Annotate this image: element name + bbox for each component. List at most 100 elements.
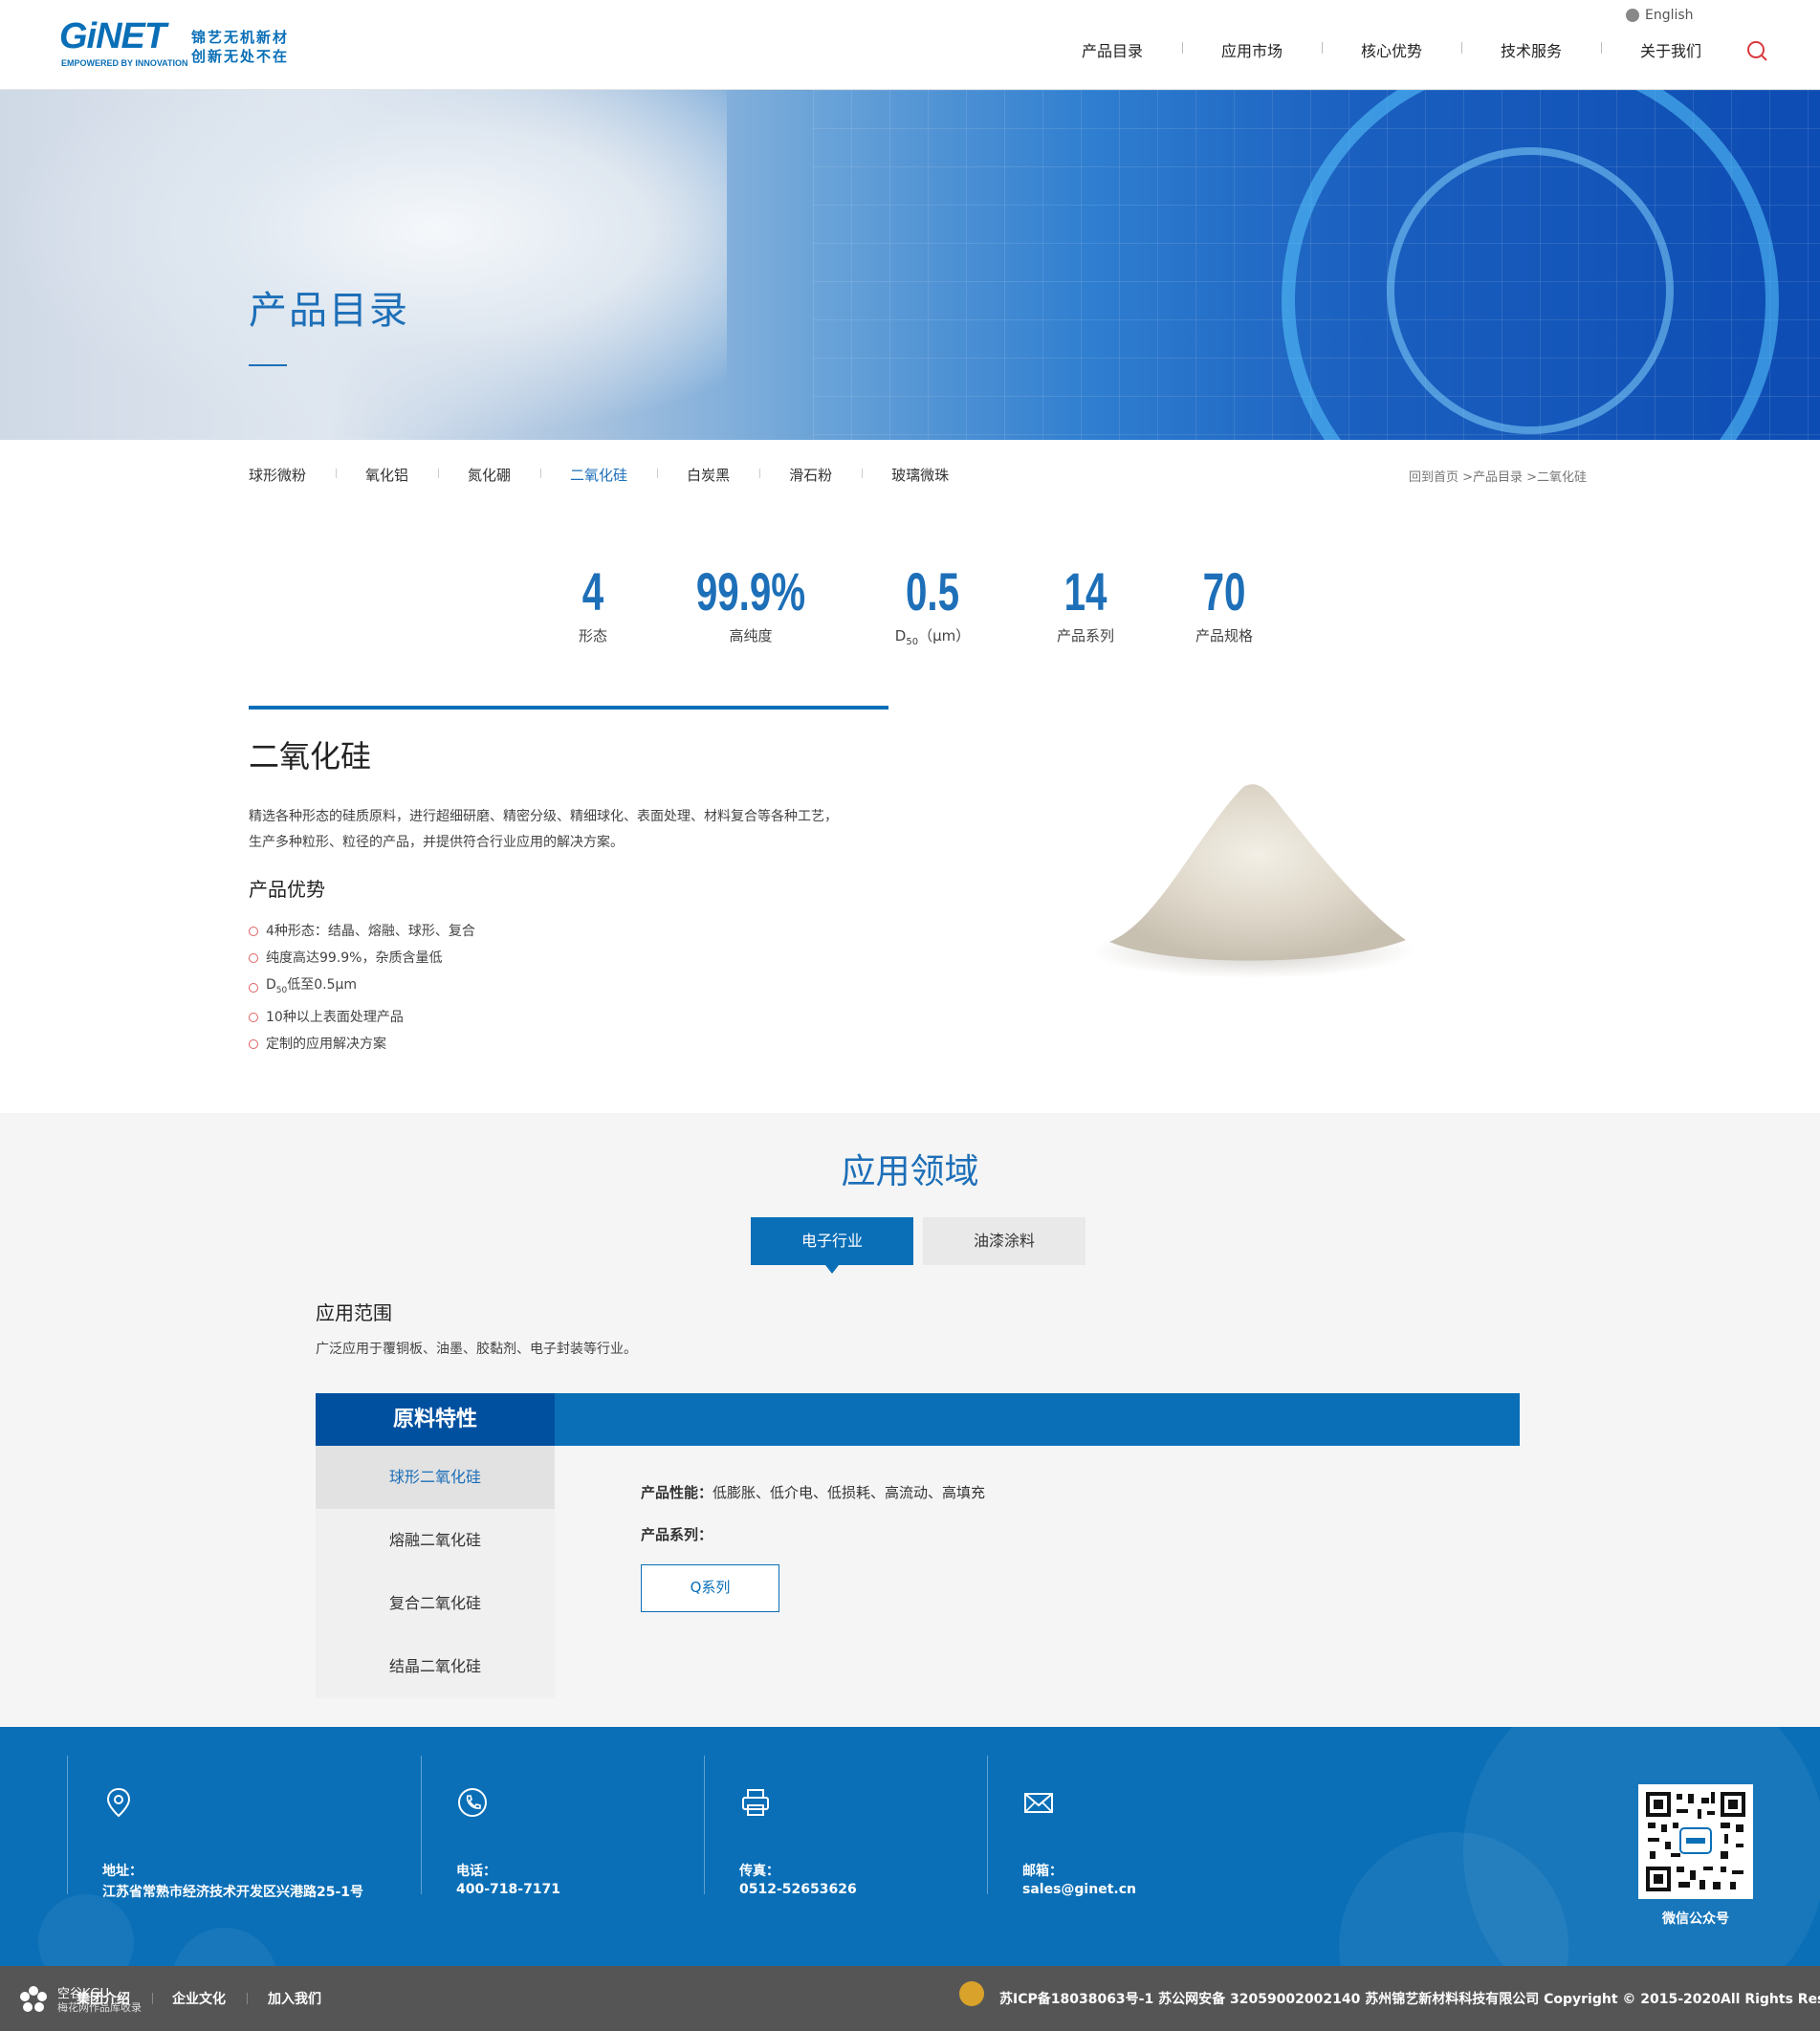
stat-label: 形态	[578, 627, 607, 644]
hero-banner: 产品目录	[0, 90, 1820, 440]
stat-label-tail: （μm）	[918, 627, 971, 644]
location-pin-icon	[106, 1787, 131, 1818]
link-group-intro[interactable]: 集团介绍	[77, 1989, 130, 2008]
address-key: 地址：	[102, 1864, 143, 1879]
raw-properties-title: 原料特性	[316, 1393, 555, 1446]
subnav-item-glass-beads[interactable]: 玻璃微珠	[862, 465, 978, 485]
silica-powder-image	[1090, 784, 1415, 978]
subnav-item-boron-nitride[interactable]: 氮化硼	[438, 465, 540, 485]
copyright: 苏ICP备18038063号-1 苏公网安备 32059002002140 苏州…	[999, 1992, 1820, 2007]
fax-value: 0512-52653626	[739, 1882, 857, 1897]
email-value[interactable]: sales@ginet.cn	[1022, 1882, 1136, 1897]
advantage-text: D50低至0.5μm	[266, 972, 357, 1004]
address-value: 江苏省常熟市经济技术开发区兴港路25-1号	[102, 1885, 364, 1900]
subnav-item-alumina[interactable]: 氧化铝	[336, 465, 438, 485]
circle-bullet-icon	[249, 1012, 258, 1022]
page: GiNET EMPOWERED BY INNOVATION 锦艺无机新材 创新无…	[0, 0, 1820, 2031]
footer-divider	[987, 1756, 988, 1894]
bottom-bar: 空谷KGU 梅花网作品库收录 集团介绍 企业文化 加入我们 苏ICP备18038…	[0, 1966, 1820, 2031]
phone-value[interactable]: 400-718-7171	[456, 1882, 560, 1897]
breadcrumb[interactable]: 回到首页 >产品目录 >二氧化硅	[1409, 467, 1587, 485]
language-label: English	[1645, 8, 1694, 23]
phone-icon	[458, 1788, 487, 1817]
footer-address: 地址： 江苏省常熟市经济技术开发区兴港路25-1号	[67, 1756, 421, 1923]
tab-coatings[interactable]: 油漆涂料	[923, 1217, 1085, 1265]
nav-item-about[interactable]: 关于我们	[1601, 38, 1741, 61]
subnav-item-talc[interactable]: 滑石粉	[759, 465, 862, 485]
tab-electronics[interactable]: 电子行业	[751, 1217, 913, 1274]
advantage-text: 10种以上表面处理产品	[266, 1009, 404, 1025]
product-desc-line-2: 生产多种粒形、粒径的产品，并提供符合行业应用的解决方案。	[249, 835, 624, 850]
language-switch[interactable]: English	[1626, 8, 1694, 23]
site-footer: 地址： 江苏省常熟市经济技术开发区兴港路25-1号 电话： 400-718-71…	[0, 1727, 1820, 1966]
raw-item-composite[interactable]: 复合二氧化硅	[316, 1572, 555, 1635]
link-join-us[interactable]: 加入我们	[268, 1989, 321, 2008]
site-header: GiNET EMPOWERED BY INNOVATION 锦艺无机新材 创新无…	[0, 0, 1820, 90]
stat-label: 产品规格	[1195, 627, 1253, 644]
search-icon[interactable]	[1746, 40, 1767, 61]
stat-forms: 4 形态	[536, 560, 650, 647]
performance-line: 产品性能：低膨胀、低介电、低损耗、高流动、高填充	[641, 1482, 985, 1502]
raw-item-fused[interactable]: 熔融二氧化硅	[316, 1509, 555, 1572]
stat-value: 70	[1202, 561, 1246, 622]
stat-value: 14	[1063, 561, 1107, 622]
list-item: 4种形态：结晶、熔融、球形、复合	[249, 918, 475, 945]
application-title: 应用领域	[841, 1152, 979, 1191]
raw-material-list: 球形二氧化硅 熔融二氧化硅 复合二氧化硅 结晶二氧化硅	[316, 1446, 555, 1698]
subnav-item-white-carbon[interactable]: 白炭黑	[657, 465, 759, 485]
stats-row: 4 形态 99.9% 高纯度 0.5 D50（μm） 14 产品系列 70 产品…	[536, 560, 1291, 647]
stat-series: 14 产品系列	[1014, 560, 1157, 647]
printer-icon	[742, 1789, 769, 1816]
subnav-item-silica[interactable]: 二氧化硅	[540, 465, 657, 485]
nav-item-advantages[interactable]: 核心优势	[1322, 38, 1461, 61]
nav-item-products[interactable]: 产品目录	[1042, 38, 1182, 61]
footer-divider	[704, 1756, 705, 1894]
stat-value: 99.9%	[695, 561, 806, 622]
product-title: 二氧化硅	[249, 738, 372, 775]
series-key: 产品系列：	[641, 1526, 713, 1543]
list-item: 10种以上表面处理产品	[249, 1004, 475, 1031]
stat-purity: 99.9% 高纯度	[650, 560, 851, 647]
police-badge-icon	[959, 1981, 984, 2006]
product-subnav: 球形微粉 氧化铝 氮化硼 二氧化硅 白炭黑 滑石粉 玻璃微珠	[249, 465, 978, 485]
circle-bullet-icon	[249, 953, 258, 963]
subnav-item-spherical[interactable]: 球形微粉	[249, 465, 336, 485]
stat-label: D50（μm）	[851, 625, 1014, 647]
site-logo[interactable]: GiNET EMPOWERED BY INNOVATION 锦艺无机新材 创新无…	[59, 15, 318, 73]
wechat-qr-code	[1638, 1784, 1753, 1899]
product-desc-line-1: 精选各种形态的硅质原料，进行超细研磨、精密分级、精细球化、表面处理、材料复合等各…	[249, 809, 838, 824]
list-item: 定制的应用解决方案	[249, 1031, 475, 1058]
stat-label: 高纯度	[729, 627, 773, 644]
banner-ring-inner	[1387, 147, 1674, 434]
banner-lab-image	[0, 90, 727, 440]
logo-brand: GiNET	[59, 16, 166, 56]
scope-title: 应用范围	[316, 1301, 392, 1324]
product-description: 精选各种形态的硅质原料，进行超细研磨、精密分级、精细球化、表面处理、材料复合等各…	[249, 804, 899, 856]
raw-item-spherical[interactable]: 球形二氧化硅	[316, 1446, 555, 1509]
circle-bullet-icon	[249, 982, 258, 993]
performance-key: 产品性能：	[641, 1484, 713, 1501]
link-separator	[247, 1993, 248, 2004]
page-title: 产品目录	[249, 289, 409, 333]
circle-bullet-icon	[249, 1038, 258, 1049]
advantages-title: 产品优势	[249, 878, 325, 901]
list-item: 纯度高达99.9%，杂质含量低	[249, 945, 475, 972]
footer-decor-circle	[172, 1928, 277, 1966]
link-separator	[152, 1993, 153, 2004]
advantages-list: 4种形态：结晶、熔融、球形、复合 纯度高达99.9%，杂质含量低 D50低至0.…	[249, 918, 475, 1058]
scope-description: 广泛应用于覆铜板、油墨、胶黏剂、电子封装等行业。	[316, 1342, 637, 1357]
nav-item-services[interactable]: 技术服务	[1461, 38, 1601, 61]
qr-label: 微信公众号	[1662, 1911, 1729, 1927]
nav-item-markets[interactable]: 应用市场	[1182, 38, 1322, 61]
series-q-button[interactable]: Q系列	[641, 1564, 779, 1612]
mail-icon	[1024, 1793, 1053, 1813]
phone-key: 电话：	[456, 1864, 496, 1879]
raw-item-crystalline[interactable]: 结晶二氧化硅	[316, 1635, 555, 1698]
footer-phone: 电话： 400-718-7171	[421, 1756, 704, 1923]
logo-slogan-2: 创新无处不在	[191, 48, 290, 65]
globe-icon	[1626, 9, 1639, 22]
logo-slogan-1: 锦艺无机新材	[191, 29, 290, 46]
footer-email: 邮箱： sales@ginet.cn	[987, 1756, 1274, 1923]
link-culture[interactable]: 企业文化	[172, 1989, 226, 2008]
circle-bullet-icon	[249, 927, 258, 936]
